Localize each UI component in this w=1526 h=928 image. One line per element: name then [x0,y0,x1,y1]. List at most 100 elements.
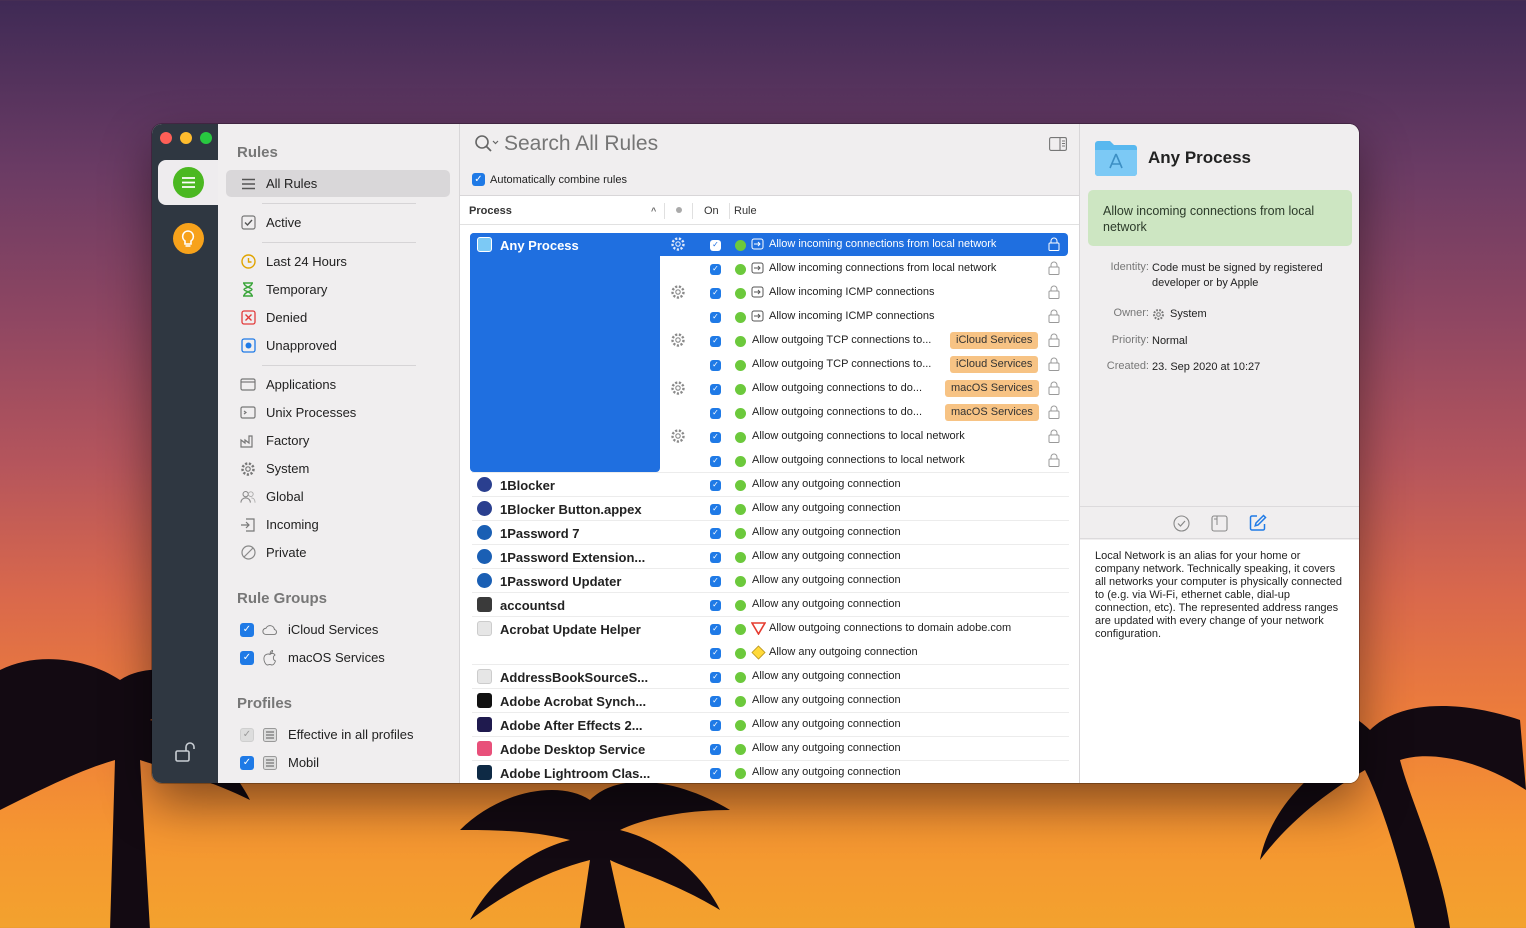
table-row[interactable]: ✓ Allow incoming ICMP connections [460,281,1079,305]
sidebar-item-unapproved[interactable]: Unapproved [226,332,450,359]
rule-enabled-checkbox[interactable]: ✓ [710,742,721,755]
profile-mobil[interactable]: ✓ Mobil [226,749,450,776]
rule-enabled-checkbox[interactable]: ✓ [710,694,721,707]
sidebar-item-applications[interactable]: Applications [226,371,450,398]
auto-combine-option[interactable]: ✓ Automatically combine rules [472,173,627,186]
rule-enabled-checkbox[interactable]: ✓ [710,262,721,275]
rule-enabled-checkbox[interactable]: ✓ [710,526,721,539]
column-process[interactable]: Process [469,205,512,217]
group-macos-services[interactable]: ✓ macOS Services [226,644,450,671]
lock-icon[interactable] [1048,381,1060,395]
rule-enabled-checkbox[interactable]: ✓ [710,406,721,419]
table-row[interactable]: Adobe Desktop Service ✓ Allow any outgoing… [460,737,1079,761]
rule-enabled-checkbox[interactable]: ✓ [710,622,721,635]
gear-icon[interactable] [670,428,686,444]
group-checkbox[interactable]: ✓ [240,650,254,665]
table-row[interactable]: ✓ Allow any outgoing connection [460,641,1079,665]
gear-icon[interactable] [670,332,686,348]
table-row[interactable]: accountsd ✓ Allow any outgoing connection [460,593,1079,617]
group-checkbox[interactable]: ✓ [240,622,254,637]
lock-icon[interactable] [1048,453,1060,467]
rule-enabled-checkbox[interactable]: ✓ [710,454,721,467]
sidebar-item-denied[interactable]: Denied [226,304,450,331]
table-row[interactable]: ✓ Allow incoming connections from local n… [460,257,1079,281]
table-row[interactable]: ✓ Allow outgoing TCP connections to... iCl… [460,353,1079,377]
table-row[interactable]: 1Blocker Button.appex ✓ Allow any outgoing… [460,497,1079,521]
table-row[interactable]: ✓ Allow outgoing connections to do... macO… [460,401,1079,425]
table-row[interactable]: Adobe After Effects 2... ✓ Allow any outgo… [460,713,1079,737]
rail-suggestions[interactable] [158,216,218,261]
column-rule[interactable]: Rule [734,205,757,217]
sidebar-item-temporary[interactable]: Temporary [226,276,450,303]
info-panel-icon[interactable] [1211,515,1228,537]
rule-group-tag[interactable]: iCloud Services [950,356,1039,373]
profile-effective-all[interactable]: ✓ Effective in all profiles [226,721,450,748]
gear-icon[interactable] [670,380,686,396]
approve-icon[interactable] [1173,515,1190,537]
table-row[interactable]: Acrobat Update Helper ✓ Allow outgoing con… [460,617,1079,641]
rail-rules[interactable] [158,160,218,205]
edit-icon[interactable] [1249,514,1267,537]
sort-ascending-icon[interactable]: ^ [651,206,656,216]
lock-icon[interactable] [1048,237,1060,251]
lock-icon[interactable] [1048,261,1060,275]
table-row[interactable]: Any Process ✓ Allow incoming connections f… [460,233,1079,257]
sidebar-item-system[interactable]: System [226,455,450,482]
lock-icon[interactable] [1048,357,1060,371]
rule-group-tag[interactable]: iCloud Services [950,332,1039,349]
table-row[interactable]: 1Password Updater ✓ Allow any outgoing con… [460,569,1079,593]
profile-checkbox[interactable]: ✓ [240,755,254,770]
table-row[interactable]: 1Password Extension... ✓ Allow any outgoin… [460,545,1079,569]
close-window-button[interactable] [160,132,172,144]
auto-combine-checkbox[interactable]: ✓ [472,173,485,186]
table-row[interactable]: AddressBookSourceS... ✓ Allow any outgoing… [460,665,1079,689]
status-dot-column-icon[interactable] [676,207,682,213]
rule-enabled-checkbox[interactable]: ✓ [710,598,721,611]
rule-enabled-checkbox[interactable]: ✓ [710,502,721,515]
rule-enabled-checkbox[interactable]: ✓ [710,286,721,299]
lock-icon[interactable] [1048,285,1060,299]
rule-enabled-checkbox[interactable]: ✓ [710,478,721,491]
lock-icon[interactable] [1048,429,1060,443]
rule-enabled-checkbox[interactable]: ✓ [710,238,721,251]
table-row[interactable]: ✓ Allow outgoing TCP connections to... iCl… [460,329,1079,353]
search-input[interactable] [504,130,1004,158]
group-icloud-services[interactable]: ✓ iCloud Services [226,616,450,643]
rule-enabled-checkbox[interactable]: ✓ [710,334,721,347]
table-row[interactable]: ✓ Allow incoming ICMP connections [460,305,1079,329]
profile-checkbox[interactable]: ✓ [240,727,254,742]
table-row[interactable]: Adobe Lightroom Clas... ✓ Allow any outgoi… [460,761,1079,783]
rule-enabled-checkbox[interactable]: ✓ [710,766,721,779]
rule-enabled-checkbox[interactable]: ✓ [710,574,721,587]
sidebar-item-active[interactable]: Active [226,209,450,236]
sidebar-item-global[interactable]: Global [226,483,450,510]
rule-group-tag[interactable]: macOS Services [945,380,1039,397]
table-row[interactable]: 1Password 7 ✓ Allow any outgoing connectio… [460,521,1079,545]
sidebar-toggle-icon[interactable] [1049,137,1067,156]
table-row[interactable]: ✓ Allow outgoing connections to do... macO… [460,377,1079,401]
search-icon[interactable] [474,134,500,159]
gear-icon[interactable] [670,284,686,300]
table-row[interactable]: 1Blocker ✓ Allow any outgoing connection [460,473,1079,497]
sidebar-item-factory[interactable]: Factory [226,427,450,454]
minimize-window-button[interactable] [180,132,192,144]
lock-icon[interactable] [1048,405,1060,419]
table-row[interactable]: ✓ Allow outgoing connections to local net… [460,449,1079,473]
gear-icon[interactable] [670,236,686,252]
sidebar-item-last-24-hours[interactable]: Last 24 Hours [226,248,450,275]
lock-icon[interactable] [1048,309,1060,323]
lock-icon[interactable] [1048,333,1060,347]
rule-enabled-checkbox[interactable]: ✓ [710,310,721,323]
table-row[interactable]: ✓ Allow outgoing connections to local net… [460,425,1079,449]
rule-enabled-checkbox[interactable]: ✓ [710,430,721,443]
rule-enabled-checkbox[interactable]: ✓ [710,646,721,659]
sidebar-item-unix-processes[interactable]: Unix Processes [226,399,450,426]
rule-enabled-checkbox[interactable]: ✓ [710,718,721,731]
sidebar-item-private[interactable]: Private [226,539,450,566]
rule-enabled-checkbox[interactable]: ✓ [710,382,721,395]
sidebar-item-incoming[interactable]: Incoming [226,511,450,538]
table-row[interactable]: Adobe Acrobat Synch... ✓ Allow any outgoin… [460,689,1079,713]
rule-enabled-checkbox[interactable]: ✓ [710,550,721,563]
unlock-icon[interactable] [174,741,196,768]
zoom-window-button[interactable] [200,132,212,144]
